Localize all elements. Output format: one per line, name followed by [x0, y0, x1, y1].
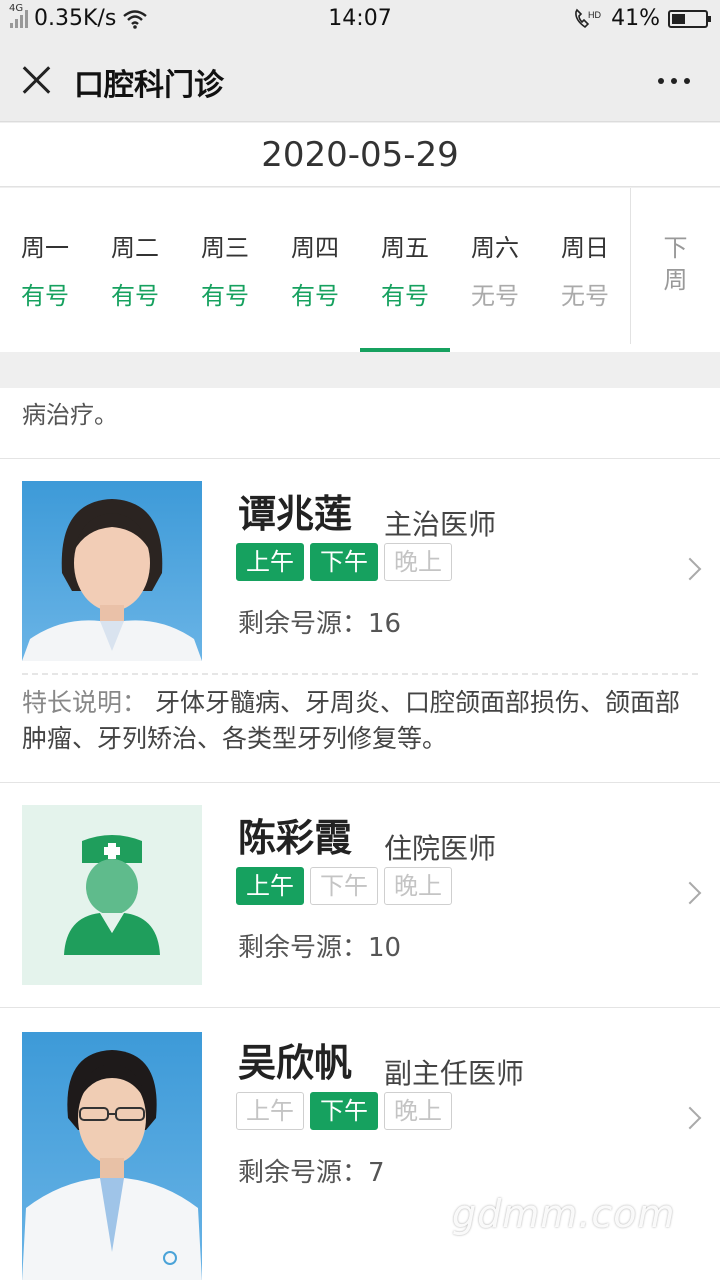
doctor-photo — [22, 805, 202, 985]
doctor-card[interactable]: 陈彩霞 住院医师 上午 下午 晚上 剩余号源：10 — [0, 783, 720, 1007]
session-afternoon: 下午 — [310, 867, 378, 905]
day-tab-sun[interactable]: 周日 无号 — [540, 188, 630, 352]
session-morning: 上午 — [236, 1092, 304, 1130]
status-right: HD 41% — [573, 6, 711, 31]
specialty-label: 特长说明： — [22, 688, 148, 717]
day-label: 周六 — [471, 234, 519, 262]
specialty-text: 特长说明： 牙体牙髓病、牙周炎、口腔颌面部损伤、颌面部肿瘤、牙列矫治、各类型牙列… — [22, 685, 682, 757]
session-morning[interactable]: 上午 — [236, 543, 304, 581]
doctor-card[interactable]: 谭兆莲 主治医师 上午 下午 晚上 剩余号源：16 特长说明： 牙体牙髓病、牙周… — [0, 459, 720, 782]
day-label: 周四 — [291, 234, 339, 262]
selected-date: 2020-05-29 — [0, 123, 720, 187]
remaining-slots: 剩余号源：16 — [238, 609, 402, 639]
availability-label: 有号 — [291, 282, 339, 310]
availability-label: 有号 — [21, 282, 69, 310]
session-afternoon[interactable]: 下午 — [310, 543, 378, 581]
dashed-divider — [22, 673, 698, 675]
availability-label: 无号 — [471, 282, 519, 310]
doctor-photo — [22, 481, 202, 661]
watermark: gdmm.com — [452, 1192, 676, 1236]
battery-percent: 41% — [611, 6, 660, 31]
doctor-name: 吴欣帆 — [238, 1041, 353, 1085]
availability-label: 无号 — [561, 282, 609, 310]
day-label: 周一 — [21, 234, 69, 262]
phone-hd-icon: HD — [575, 8, 602, 28]
doctor-portrait-icon — [22, 499, 202, 661]
session-morning[interactable]: 上午 — [236, 867, 304, 905]
chevron-right-icon[interactable] — [678, 557, 702, 581]
day-label: 周三 — [201, 234, 249, 262]
doctor-portrait-icon — [22, 1050, 202, 1280]
close-icon[interactable] — [20, 64, 52, 96]
day-tab-tue[interactable]: 周二 有号 — [90, 188, 180, 352]
day-tab-thu[interactable]: 周四 有号 — [270, 188, 360, 352]
doctor-title: 住院医师 — [384, 832, 497, 865]
doctor-title: 主治医师 — [384, 508, 497, 541]
doctor-title: 副主任医师 — [384, 1057, 525, 1090]
doctor-card[interactable]: 吴欣帆 副主任医师 上午 下午 晚上 剩余号源：7 — [0, 1008, 720, 1280]
session-tags: 上午 下午 晚上 — [236, 867, 452, 905]
doctor-name: 谭兆莲 — [238, 492, 353, 536]
day-label: 周五 — [381, 234, 429, 262]
doctor-name: 陈彩霞 — [238, 816, 353, 860]
session-evening: 晚上 — [384, 867, 452, 905]
hd-label: HD — [588, 10, 601, 20]
next-week-label-1: 下 — [663, 234, 688, 262]
doctor-list[interactable]: 病治疗。 谭兆莲 主治医师 上午 下午 晚上 剩余号源：16 特长说明： 牙体牙… — [0, 388, 720, 1280]
session-evening: 晚上 — [384, 1092, 452, 1130]
battery-icon — [668, 9, 711, 28]
doctor-photo — [22, 1032, 202, 1280]
day-label: 周日 — [561, 234, 609, 262]
status-bar: 4G 0.35K/s 14:07 HD 41% — [0, 0, 720, 40]
remaining-slots: 剩余号源：10 — [238, 933, 402, 963]
chevron-right-icon[interactable] — [678, 881, 702, 905]
more-menu-icon[interactable] — [658, 78, 690, 84]
next-week-label-2: 周 — [663, 266, 688, 294]
page-title: 口腔科门诊 — [74, 68, 224, 103]
chevron-right-icon[interactable] — [678, 1106, 702, 1130]
week-selector: 周一 有号 周二 有号 周三 有号 周四 有号 周五 有号 周六 无号 周日 无… — [0, 188, 720, 352]
day-tab-wed[interactable]: 周三 有号 — [180, 188, 270, 352]
nurse-placeholder-icon — [64, 835, 160, 955]
battery-level — [672, 13, 686, 24]
availability-label: 有号 — [381, 282, 429, 310]
session-evening: 晚上 — [384, 543, 452, 581]
session-tags: 上午 下午 晚上 — [236, 1092, 452, 1130]
remaining-slots: 剩余号源：7 — [238, 1158, 385, 1188]
availability-label: 有号 — [111, 282, 159, 310]
day-tab-fri[interactable]: 周五 有号 — [360, 188, 450, 352]
day-label: 周二 — [111, 234, 159, 262]
session-afternoon[interactable]: 下午 — [310, 1092, 378, 1130]
availability-label: 有号 — [201, 282, 249, 310]
session-tags: 上午 下午 晚上 — [236, 543, 452, 581]
section-gap — [0, 352, 720, 388]
day-tab-mon[interactable]: 周一 有号 — [0, 188, 90, 352]
nav-bar: 口腔科门诊 — [0, 40, 720, 122]
next-week-button[interactable]: 下 周 — [630, 188, 720, 344]
previous-specialty-tail: 病治疗。 — [22, 401, 118, 429]
day-tab-sat[interactable]: 周六 无号 — [450, 188, 540, 352]
